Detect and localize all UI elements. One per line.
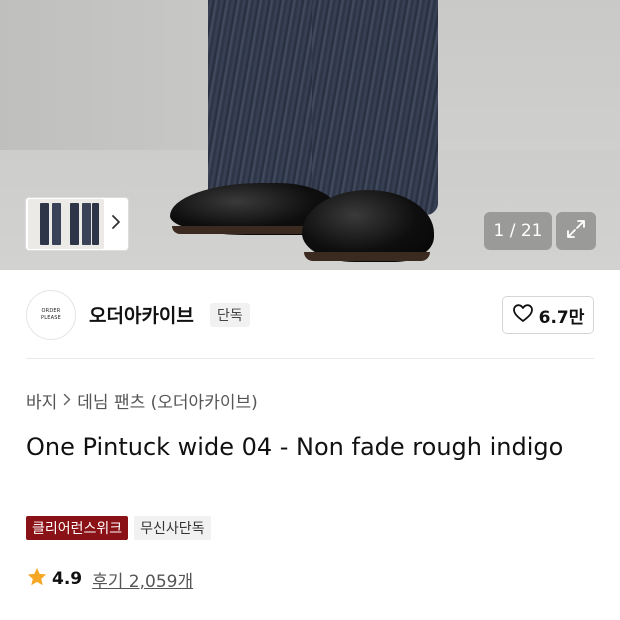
chevron-right-icon <box>63 392 71 410</box>
chevron-right-icon <box>104 214 128 234</box>
like-count: 6.7만 <box>538 307 585 328</box>
rating-value: 4.9 <box>52 569 83 589</box>
thumbnail-image <box>28 199 104 249</box>
expand-icon <box>565 218 587 244</box>
badge-row: 클리어런스위크 무신사단독 <box>26 516 211 540</box>
thumbnail-strip-button[interactable] <box>25 197 129 251</box>
like-button[interactable]: 6.7만 <box>502 296 594 334</box>
breadcrumb: 바지 데님 팬츠 (오더아카이브) <box>26 388 258 413</box>
brand-logo-text-1: ORDER <box>41 308 61 314</box>
breadcrumb-subcategory[interactable]: 데님 팬츠 (오더아카이브) <box>77 388 257 413</box>
product-image[interactable]: 1 / 21 <box>0 0 620 270</box>
rating-row: 4.9 후기 2,059개 <box>26 566 193 592</box>
review-count-link[interactable]: 후기 2,059개 <box>92 567 193 592</box>
divider <box>26 358 594 359</box>
exclusive-tag: 단독 <box>210 303 250 327</box>
expand-button[interactable] <box>556 212 596 250</box>
image-counter: 1 / 21 <box>484 212 552 250</box>
brand-name-link[interactable]: 오더아카이브 <box>89 301 194 328</box>
brand-logo[interactable]: ORDER PLEASE <box>26 290 76 340</box>
heart-outline-icon <box>512 303 534 327</box>
shoe-right-sole <box>304 252 430 261</box>
clearance-week-badge: 클리어런스위크 <box>26 516 129 540</box>
breadcrumb-category[interactable]: 바지 <box>26 388 57 413</box>
product-title: One Pintuck wide 04 - Non fade rough ind… <box>26 433 564 461</box>
star-icon <box>26 566 48 592</box>
jeans-right-leg <box>312 0 438 215</box>
brand-logo-text-2: PLEASE <box>41 315 61 321</box>
musinsa-exclusive-badge: 무신사단독 <box>134 516 211 540</box>
